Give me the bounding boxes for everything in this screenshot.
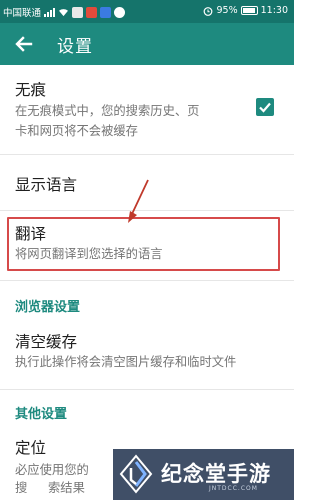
status-bar: 中国联通 95% 11:30 [0, 0, 294, 23]
app-notification-icon [72, 6, 84, 18]
back-button[interactable] [11, 31, 37, 57]
annotation-arrow [128, 179, 149, 223]
setting-incognito[interactable]: 无痕 在无痕模式中，您的搜索历史、页 卡和网页将不会被缓存 [0, 65, 294, 151]
status-bar-left: 中国联通 [3, 5, 126, 19]
section-header-browser: 浏览器设置 [15, 300, 81, 315]
signal-icon [44, 7, 56, 17]
setting-clear-cache-summary: 执行此操作将会清空图片缓存和临时文件 [15, 355, 237, 369]
alarm-icon [204, 6, 213, 16]
app-notification-icon [100, 6, 112, 18]
battery-percent: 95% [216, 5, 238, 16]
incognito-checkbox[interactable] [256, 98, 274, 116]
app-bar: 设置 [0, 23, 294, 65]
setting-incognito-title: 无痕 [15, 81, 47, 99]
setting-location-title: 定位 [15, 439, 47, 457]
arrow-left-icon [15, 36, 33, 52]
watermark: 纪念堂手游 JNTDCC.COM [113, 449, 294, 500]
setting-clear-cache-title: 清空缓存 [15, 333, 78, 351]
watermark-text: 纪念堂手游 [161, 462, 271, 486]
section-header-other: 其他设置 [15, 407, 68, 422]
setting-display-language-title: 显示语言 [15, 176, 78, 194]
setting-incognito-summary-line1: 在无痕模式中，您的搜索历史、页 [15, 104, 200, 118]
page-title: 设置 [57, 37, 93, 57]
clock: 11:30 [260, 5, 288, 16]
setting-location-summary-line2: 索结果 [48, 481, 85, 495]
battery-icon [240, 6, 258, 15]
carrier-label: 中国联通 [3, 8, 42, 19]
divider [0, 389, 294, 390]
wifi-icon [59, 8, 69, 16]
app-notification-icon [86, 6, 98, 18]
setting-location-summary-line1: 必应使用您的 [15, 463, 89, 477]
status-bar-right: 95% 11:30 [203, 5, 288, 16]
divider [0, 280, 294, 281]
checkmark-icon [259, 102, 271, 113]
watermark-logo-icon [119, 454, 153, 494]
summary-prefix-char: 搜 [15, 481, 28, 495]
summary-prefix: 搜 [15, 478, 27, 498]
setting-incognito-summary-line2: 卡和网页将不会被缓存 [15, 124, 138, 138]
app-notification-icon [114, 6, 126, 18]
setting-clear-cache[interactable]: 清空缓存 执行此操作将会清空图片缓存和临时文件 [0, 322, 294, 386]
watermark-url: JNTDCC.COM [209, 485, 258, 492]
